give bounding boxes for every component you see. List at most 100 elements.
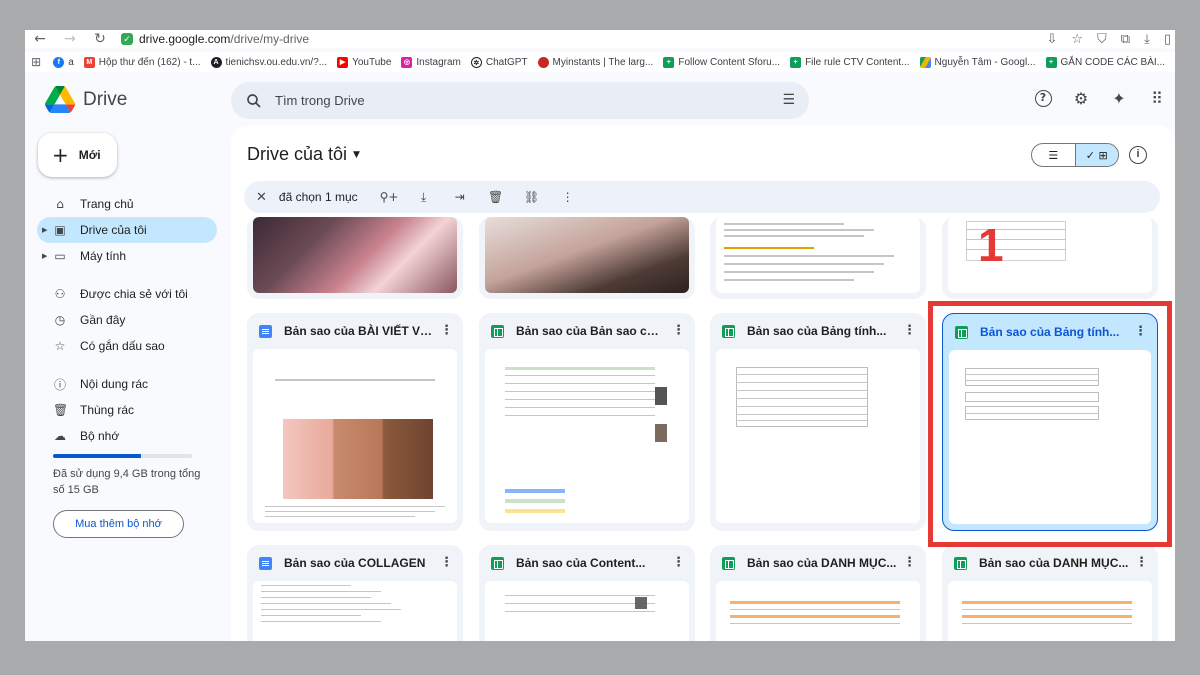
- drive-logo-icon: [45, 86, 75, 113]
- extension-shield-icon[interactable]: ⛉: [1097, 32, 1107, 47]
- file-card[interactable]: Bản sao của DANH MỤC... ⋮: [942, 545, 1158, 641]
- apps-grid-icon[interactable]: ⊞: [25, 55, 47, 69]
- bookmark-label: Myinstants | The larg...: [552, 56, 654, 68]
- file-thumbnail: [716, 217, 920, 293]
- sidebar-item-my-drive[interactable]: ▶ ▣ Drive của tôi: [37, 217, 217, 243]
- more-options-icon[interactable]: ⋮: [903, 555, 916, 570]
- more-options-icon[interactable]: ⋮: [672, 323, 685, 338]
- page-title[interactable]: Drive của tôi ▼: [247, 144, 360, 165]
- bookmark-item[interactable]: + Follow Content Sforu...: [663, 56, 780, 68]
- back-icon[interactable]: ←: [25, 31, 55, 47]
- url-field[interactable]: ✓ drive.google.com/drive/my-drive: [121, 32, 309, 46]
- gmail-icon: M: [83, 56, 95, 68]
- sidebar-item-label: Gần đây: [80, 313, 126, 327]
- more-options-icon[interactable]: ⋮: [560, 190, 576, 204]
- settings-gear-icon[interactable]: ⚙: [1071, 88, 1091, 108]
- file-card[interactable]: [710, 217, 926, 299]
- bookmark-item[interactable]: Atienichsv.ou.edu.vn/?...: [210, 56, 327, 68]
- drive-logo[interactable]: Drive: [45, 86, 127, 113]
- storage-usage-text: Đã sử dụng 9,4 GB trong tổng số 15 GB: [53, 468, 201, 496]
- file-card[interactable]: [479, 217, 695, 299]
- trash-icon[interactable]: 🗑: [488, 190, 504, 204]
- move-icon[interactable]: ⇥: [452, 190, 468, 204]
- bookmark-item[interactable]: ▶ YouTube: [337, 56, 391, 68]
- bookmark-label: File rule CTV Content...: [805, 56, 910, 68]
- more-options-icon[interactable]: ⋮: [440, 555, 453, 570]
- file-card[interactable]: Bản sao của BÀI VIẾT VỀ M... ⋮: [247, 313, 463, 531]
- sheets-file-icon: [491, 556, 504, 570]
- search-options-icon[interactable]: ☰: [782, 92, 795, 108]
- bookmark-item[interactable]: + GẮN CODE CÁC BÀI...: [1045, 56, 1165, 68]
- file-card[interactable]: Bản sao của COLLAGEN ⋮: [247, 545, 463, 641]
- download-icon[interactable]: ⤓: [416, 190, 432, 205]
- app-name: Drive: [83, 88, 128, 110]
- computer-icon: ▭: [54, 249, 66, 263]
- sheets-file-icon: [722, 556, 735, 570]
- bookmark-item[interactable]: ✲ ChatGPT: [470, 56, 528, 68]
- more-options-icon[interactable]: ⋮: [440, 323, 453, 338]
- address-bar: ← → ↻ ✓ drive.google.com/drive/my-drive …: [25, 30, 1175, 48]
- bookmark-item[interactable]: M Hộp thư đến (162) - t...: [83, 56, 201, 68]
- reload-icon[interactable]: ↻: [85, 31, 115, 47]
- file-card[interactable]: [942, 217, 1158, 299]
- bookmark-item[interactable]: ◎ Instagram: [401, 56, 461, 68]
- sidebar-item-home[interactable]: ⌂ Trang chủ: [37, 191, 217, 217]
- bookmark-item[interactable]: + File rule CTV Content...: [790, 56, 910, 68]
- list-view-button[interactable]: ☰: [1032, 144, 1075, 166]
- info-icon[interactable]: i: [1129, 146, 1147, 164]
- sidebar-item-recent[interactable]: ◷ Gần đây: [37, 307, 217, 333]
- new-button[interactable]: + Mới: [38, 133, 117, 177]
- sidebar-item-starred[interactable]: ☆ Có gắn dấu sao: [37, 333, 217, 359]
- file-card[interactable]: Bản sao của Bản sao của... ⋮: [479, 313, 695, 531]
- sidebar-item-shared[interactable]: ⚇ Được chia sẻ với tôi: [37, 281, 217, 307]
- sidepanel-icon[interactable]: ▯: [1164, 32, 1171, 47]
- site-info-icon[interactable]: ✓: [121, 33, 133, 45]
- bookmark-label: ChatGPT: [485, 56, 528, 68]
- instagram-icon: ◎: [401, 56, 413, 68]
- buy-storage-button[interactable]: Mua thêm bộ nhớ: [53, 510, 184, 538]
- bookmark-item[interactable]: fa: [53, 56, 74, 68]
- file-name: Bản sao của Bảng tính...: [747, 324, 887, 338]
- sidebar-item-computers[interactable]: ▶ ▭ Máy tính: [37, 243, 217, 269]
- search-bar[interactable]: Tìm trong Drive ☰: [231, 82, 809, 119]
- annotation-step-number: 1: [978, 219, 1004, 271]
- close-icon[interactable]: ✕: [256, 190, 267, 205]
- grid-view-button[interactable]: ✓ ⊞: [1074, 144, 1118, 166]
- apps-grid-icon[interactable]: ⠿: [1147, 88, 1167, 108]
- link-icon[interactable]: ⛓: [524, 190, 540, 204]
- expand-caret-icon[interactable]: ▶: [42, 252, 47, 260]
- sidebar-item-label: Máy tính: [80, 249, 127, 263]
- youtube-icon: ▶: [337, 56, 349, 68]
- cloud-icon: ☁: [54, 429, 66, 443]
- file-card[interactable]: Bản sao của Content... ⋮: [479, 545, 695, 641]
- search-icon[interactable]: [245, 92, 263, 110]
- bookmark-item[interactable]: Nguyễn Tâm - Googl...: [919, 56, 1036, 68]
- file-thumbnail: [485, 349, 689, 523]
- forward-icon[interactable]: →: [55, 31, 85, 47]
- sidebar-item-spam[interactable]: ⓘ Nội dung rác: [37, 371, 217, 397]
- file-card-header: Bản sao của DANH MỤC... ⋮: [710, 545, 926, 581]
- bookmark-star-icon[interactable]: ☆: [1071, 32, 1083, 47]
- file-card[interactable]: Bản sao của Bảng tính... ⋮: [710, 313, 926, 531]
- share-icon[interactable]: ⚲+: [380, 190, 399, 204]
- install-icon[interactable]: ⇩: [1046, 32, 1057, 47]
- file-card[interactable]: Bản sao của DANH MỤC... ⋮: [710, 545, 926, 641]
- file-card[interactable]: [247, 217, 463, 299]
- search-input[interactable]: Tìm trong Drive: [275, 93, 365, 108]
- help-icon[interactable]: ?: [1033, 88, 1053, 108]
- download-icon[interactable]: ⤓: [1144, 32, 1150, 47]
- extensions-icon[interactable]: ⧉: [1121, 32, 1130, 47]
- more-options-icon[interactable]: ⋮: [903, 323, 916, 338]
- expand-caret-icon[interactable]: ▶: [42, 226, 47, 234]
- bookmark-item[interactable]: Myinstants | The larg...: [537, 56, 654, 68]
- star-icon: ☆: [54, 339, 66, 353]
- site-icon: A: [210, 56, 222, 68]
- more-options-icon[interactable]: ⋮: [672, 555, 685, 570]
- gemini-icon[interactable]: ✦: [1109, 88, 1129, 108]
- sidebar-item-storage[interactable]: ☁ Bộ nhớ: [37, 423, 217, 449]
- sidebar-item-label: Trang chủ: [80, 197, 134, 211]
- file-thumbnail: [716, 349, 920, 523]
- more-options-icon[interactable]: ⋮: [1135, 555, 1148, 570]
- sidebar-item-trash[interactable]: 🗑 Thùng rác: [37, 397, 217, 423]
- file-thumbnail: [716, 581, 920, 641]
